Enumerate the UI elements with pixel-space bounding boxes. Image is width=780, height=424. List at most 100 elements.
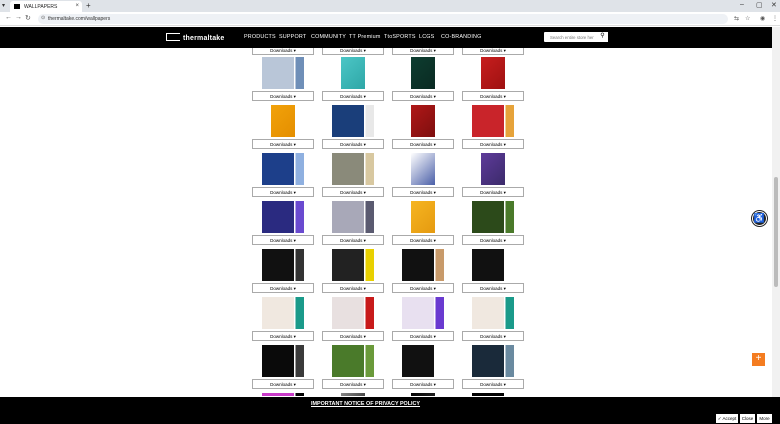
download-button[interactable]: Downloads ▾ [252, 139, 314, 149]
download-button[interactable]: Downloads ▾ [252, 187, 314, 197]
download-button[interactable]: Downloads ▾ [322, 48, 384, 55]
download-button[interactable]: Downloads ▾ [252, 283, 314, 293]
download-button[interactable]: Downloads ▾ [252, 331, 314, 341]
translate-icon[interactable]: ⇆ [734, 15, 739, 22]
wallpaper-thumbnail[interactable] [262, 393, 304, 396]
download-button[interactable]: Downloads ▾ [392, 283, 454, 293]
wallpaper-thumbnail[interactable] [332, 297, 374, 329]
nav-tt-premium[interactable]: TT Premium [349, 34, 381, 40]
download-button[interactable]: Downloads ▾ [322, 139, 384, 149]
wallpaper-thumbnail[interactable] [262, 297, 304, 329]
new-tab-button[interactable]: + [86, 1, 91, 10]
download-button[interactable]: Downloads ▾ [462, 139, 524, 149]
url-field[interactable]: ⊙ thermaltake.com/wallpapers [38, 14, 728, 24]
wallpaper-thumbnail[interactable] [332, 105, 374, 137]
scrollbar[interactable] [772, 27, 780, 397]
wallpaper-thumbnail[interactable] [481, 57, 505, 89]
wallpaper-thumbnail[interactable] [402, 249, 444, 281]
download-button[interactable]: Downloads ▾ [322, 331, 384, 341]
download-button[interactable]: Downloads ▾ [322, 235, 384, 245]
wallpaper-thumbnail[interactable] [472, 105, 514, 137]
nav-products[interactable]: PRODUCTS [244, 34, 276, 40]
wallpaper-thumbnail[interactable] [411, 393, 435, 396]
wallpaper-thumbnail[interactable] [472, 345, 514, 377]
download-button[interactable]: Downloads ▾ [462, 48, 524, 55]
wallpaper-thumbnail[interactable] [472, 249, 514, 281]
download-button[interactable]: Downloads ▾ [462, 379, 524, 389]
wallpaper-thumbnail[interactable] [332, 249, 374, 281]
nav-lcgs[interactable]: LCGS [419, 34, 434, 40]
more-button[interactable]: More [757, 414, 772, 423]
wallpaper-thumbnail[interactable] [481, 153, 505, 185]
download-button[interactable]: Downloads ▾ [252, 48, 314, 55]
download-button[interactable]: Downloads ▾ [322, 91, 384, 101]
wallpaper-thumbnail[interactable] [271, 105, 295, 137]
back-icon[interactable]: ← [5, 14, 12, 21]
download-button[interactable]: Downloads ▾ [462, 187, 524, 197]
bookmark-star-icon[interactable]: ☆ [745, 15, 750, 22]
wallpaper-thumbnail[interactable] [411, 201, 435, 233]
download-button[interactable]: Downloads ▾ [322, 379, 384, 389]
nav-co-branding[interactable]: CO-BRANDING [441, 34, 482, 40]
privacy-policy-link[interactable]: IMPORTANT NOTICE OF PRIVACY POLICY [311, 401, 420, 407]
menu-dots-icon[interactable]: ⋮ [772, 15, 778, 22]
expand-plus-button[interactable]: + [752, 353, 765, 366]
wallpaper-thumbnail[interactable] [262, 153, 304, 185]
download-button[interactable]: Downloads ▾ [392, 48, 454, 55]
site-info-icon[interactable]: ⊙ [41, 15, 45, 21]
download-button[interactable]: Downloads ▾ [252, 379, 314, 389]
wallpaper-thumbnail[interactable] [262, 201, 304, 233]
browser-tab[interactable]: WALLPAPERS × [10, 1, 82, 12]
download-button[interactable]: Downloads ▾ [462, 91, 524, 101]
close-button[interactable]: Close [740, 414, 755, 423]
wallpaper-thumbnail[interactable] [262, 345, 304, 377]
wallpaper-thumbnail[interactable] [402, 297, 444, 329]
privacy-banner: IMPORTANT NOTICE OF PRIVACY POLICY ✓ Acc… [0, 397, 780, 424]
download-button[interactable]: Downloads ▾ [252, 235, 314, 245]
url-text: thermaltake.com/wallpapers [48, 16, 111, 22]
tab-close-icon[interactable]: × [75, 3, 79, 9]
wallpaper-thumbnail[interactable] [472, 201, 514, 233]
download-button[interactable]: Downloads ▾ [392, 235, 454, 245]
minimize-icon[interactable]: – [740, 1, 744, 8]
wallpaper-thumbnail[interactable] [262, 57, 304, 89]
tab-search-icon[interactable]: ▾ [2, 2, 5, 9]
wallpaper-thumbnail[interactable] [472, 297, 514, 329]
wallpaper-thumbnail[interactable] [411, 105, 435, 137]
forward-icon[interactable]: → [15, 14, 22, 21]
accept-button[interactable]: ✓ Accept [716, 414, 738, 423]
wallpaper-thumbnail[interactable] [262, 249, 304, 281]
wallpaper-thumbnail[interactable] [332, 201, 374, 233]
nav-ttosports[interactable]: TtoSPORTS [384, 34, 416, 40]
wallpaper-thumbnail[interactable] [332, 153, 374, 185]
download-button[interactable]: Downloads ▾ [392, 91, 454, 101]
wallpaper-thumbnail[interactable] [411, 153, 435, 185]
nav-support[interactable]: SUPPORT [279, 34, 306, 40]
download-button[interactable]: Downloads ▾ [462, 283, 524, 293]
wallpaper-grid: Downloads ▾ Downloads ▾ Downloads ▾ Downloa… [0, 48, 772, 396]
download-button[interactable]: Downloads ▾ [392, 331, 454, 341]
download-button[interactable]: Downloads ▾ [322, 187, 384, 197]
download-button[interactable]: Downloads ▾ [462, 235, 524, 245]
download-button[interactable]: Downloads ▾ [392, 379, 454, 389]
download-button[interactable]: Downloads ▾ [392, 139, 454, 149]
download-button[interactable]: Downloads ▾ [462, 331, 524, 341]
search-icon[interactable]: ⚲ [597, 32, 608, 42]
wallpaper-thumbnail[interactable] [341, 57, 365, 89]
thermaltake-logo[interactable]: thermaltake [166, 33, 225, 42]
maximize-icon[interactable]: ▢ [756, 1, 763, 9]
accessibility-icon[interactable]: ♿ [752, 211, 767, 226]
wallpaper-thumbnail[interactable] [332, 345, 374, 377]
download-button[interactable]: Downloads ▾ [322, 283, 384, 293]
wallpaper-thumbnail[interactable] [411, 57, 435, 89]
wallpaper-thumbnail[interactable] [341, 393, 365, 396]
account-icon[interactable]: ◉ [760, 15, 765, 22]
wallpaper-thumbnail[interactable] [402, 345, 444, 377]
reload-icon[interactable]: ↻ [25, 14, 31, 22]
nav-community[interactable]: COMMUNITY [311, 34, 346, 40]
wallpaper-thumbnail[interactable] [472, 393, 514, 396]
close-window-icon[interactable]: ✕ [771, 1, 777, 9]
download-button[interactable]: Downloads ▾ [392, 187, 454, 197]
download-button[interactable]: Downloads ▾ [252, 91, 314, 101]
scrollbar-thumb[interactable] [774, 177, 778, 287]
